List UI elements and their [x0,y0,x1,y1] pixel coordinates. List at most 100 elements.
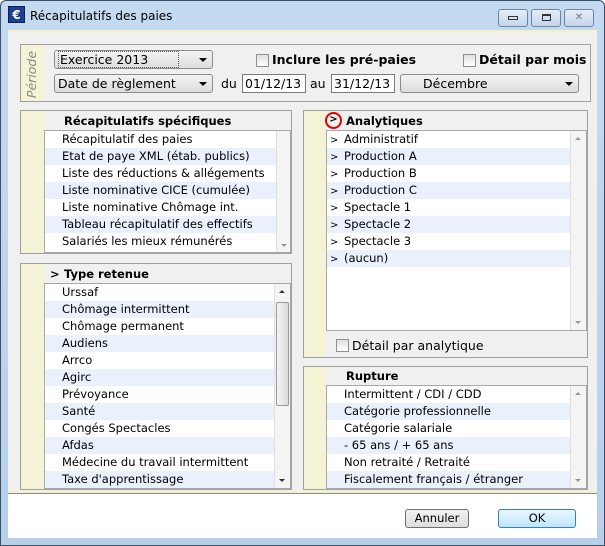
list-item[interactable]: Fiscalement français / étranger [327,471,586,488]
list-item[interactable]: Liste nominative Chômage int. [45,199,290,216]
list-item[interactable]: Santé [45,403,290,420]
inclure-prepaies-label: Inclure les pré-paies [272,52,417,67]
list-item[interactable]: Intermittent / CDI / CDD [327,386,586,403]
list-item[interactable]: Tableau récapitulatif des effectifs [45,216,290,233]
list-item[interactable]: Prévoyance [45,386,290,403]
list-item[interactable]: Agirc [45,369,290,386]
list-item[interactable]: Liste des réductions & allégements [45,165,290,182]
list-item[interactable]: Taxe d'apprentissage [45,471,290,488]
au-label: au [310,76,326,91]
list-item[interactable]: Médecine du travail intermittent [45,454,290,471]
scroll-down-icon[interactable] [279,479,285,482]
scroll-up-icon[interactable] [279,290,285,293]
scroll-thumb[interactable] [276,302,289,406]
detail-analytique-checkbox[interactable] [336,339,349,352]
list-item[interactable]: Non retraité / Retraité [327,454,586,471]
list-item-label: Audiens [62,336,109,350]
list-item-label: Production B [344,166,417,180]
expand-icon: > [330,220,339,231]
list-item[interactable]: Catégorie professionnelle [327,403,586,420]
analytiques-list[interactable]: > Administratif > Production A > Production B… [326,130,587,331]
list-item[interactable]: Urssaf [45,284,290,301]
list-item[interactable]: > Spectacle 2 [327,216,586,233]
app-icon: € [8,6,25,23]
analytiques-header: Analytiques [346,114,423,128]
list-item[interactable]: > Spectacle 3 [327,233,586,250]
scroll-down-icon[interactable] [575,321,581,324]
scrollbar[interactable] [570,131,586,330]
exercice-select[interactable]: Exercice 2013 [54,50,213,69]
chevron-down-icon [199,82,207,86]
list-item-label: (aucun) [344,251,389,265]
scrollbar[interactable] [276,131,290,252]
list-item-label: Intermittent / CDI / CDD [344,387,482,401]
close-button[interactable]: ✕ [564,9,594,27]
scroll-down-icon[interactable] [575,479,581,482]
expand-icon: > [330,169,339,180]
du-label: du [221,76,237,91]
list-item[interactable]: Chômage permanent [45,318,290,335]
type-retenue-header: Type retenue [64,267,149,281]
list-item[interactable]: Arrco [45,352,290,369]
expand-icon: > [330,254,339,265]
scroll-up-icon[interactable] [575,137,581,140]
periode-label: Période [24,50,40,98]
cancel-button[interactable]: Annuler [405,509,469,528]
list-item[interactable]: > Production C [327,182,586,199]
scroll-down-icon[interactable] [281,244,287,247]
recap-list[interactable]: Récapitulatif des paies Etat de paye XML … [44,130,291,253]
list-item[interactable]: Chômage intermittent [45,301,290,318]
list-item-label: Production C [344,183,417,197]
mois-select[interactable]: Décembre [400,74,579,93]
list-item[interactable]: > Spectacle 1 [327,199,586,216]
expand-icon[interactable]: > [325,112,342,129]
list-item[interactable]: > (aucun) [327,250,586,267]
expand-icon: > [330,135,339,146]
list-item[interactable]: Afdas [45,437,290,454]
expand-icon: > [330,203,339,214]
expand-icon: > [330,186,339,197]
inclure-prepaies-checkbox[interactable] [256,54,269,67]
scroll-up-icon[interactable] [575,392,581,395]
detail-analytique-label: Détail par analytique [352,338,484,353]
list-item-label: Prévoyance [62,387,129,401]
list-item[interactable]: > Production A [327,148,586,165]
list-item[interactable]: Congés Spectacles [45,420,290,437]
scrollbar[interactable] [274,284,290,488]
expand-icon[interactable]: > [50,267,60,281]
list-item[interactable]: Catégorie salariale [327,420,586,437]
list-item[interactable]: - 65 ans / + 65 ans [327,437,586,454]
list-item[interactable]: Etat de paye XML (étab. publics) [45,148,290,165]
list-item-label: Santé [62,404,96,418]
expand-icon: > [330,152,339,163]
list-item-label: Catégorie professionnelle [344,404,491,418]
scrollbar[interactable] [570,386,586,488]
list-item[interactable]: Liste nominative CICE (cumulée) [45,182,290,199]
list-item-label: Liste des réductions & allégements [62,166,265,180]
list-item-label: Urssaf [62,285,99,299]
list-item-label: Production A [344,149,417,163]
list-item-label: Spectacle 1 [344,200,412,214]
list-item[interactable]: > Production B [327,165,586,182]
maximize-button[interactable] [531,9,561,27]
type-retenue-list[interactable]: Urssaf Chômage intermittent Chômage perman… [44,283,291,489]
minimize-icon [508,16,518,20]
ok-button[interactable]: OK [498,509,576,528]
chevron-down-icon [565,82,573,86]
detail-mois-label: Détail par mois [479,52,587,67]
list-item[interactable]: Récapitulatif des paies [45,131,290,148]
list-item-label: Arrco [62,353,93,367]
minimize-button[interactable] [498,9,528,27]
detail-mois-checkbox[interactable] [463,54,476,67]
date-from-input[interactable]: 01/12/13 [242,74,306,93]
list-item[interactable]: > Administratif [327,131,586,148]
list-item-label: Récapitulatif des paies [62,132,193,146]
list-item-label: Chômage permanent [62,319,184,333]
list-item[interactable]: Salariés les mieux rémunérés [45,233,290,250]
date-type-select[interactable]: Date de règlement [54,74,213,93]
list-item-label: Tableau récapitulatif des effectifs [62,217,253,231]
rupture-list[interactable]: Intermittent / CDI / CDD Catégorie profes… [326,385,587,489]
list-item-label: Agirc [62,370,92,384]
date-to-input[interactable]: 31/12/13 [331,74,395,93]
list-item[interactable]: Audiens [45,335,290,352]
